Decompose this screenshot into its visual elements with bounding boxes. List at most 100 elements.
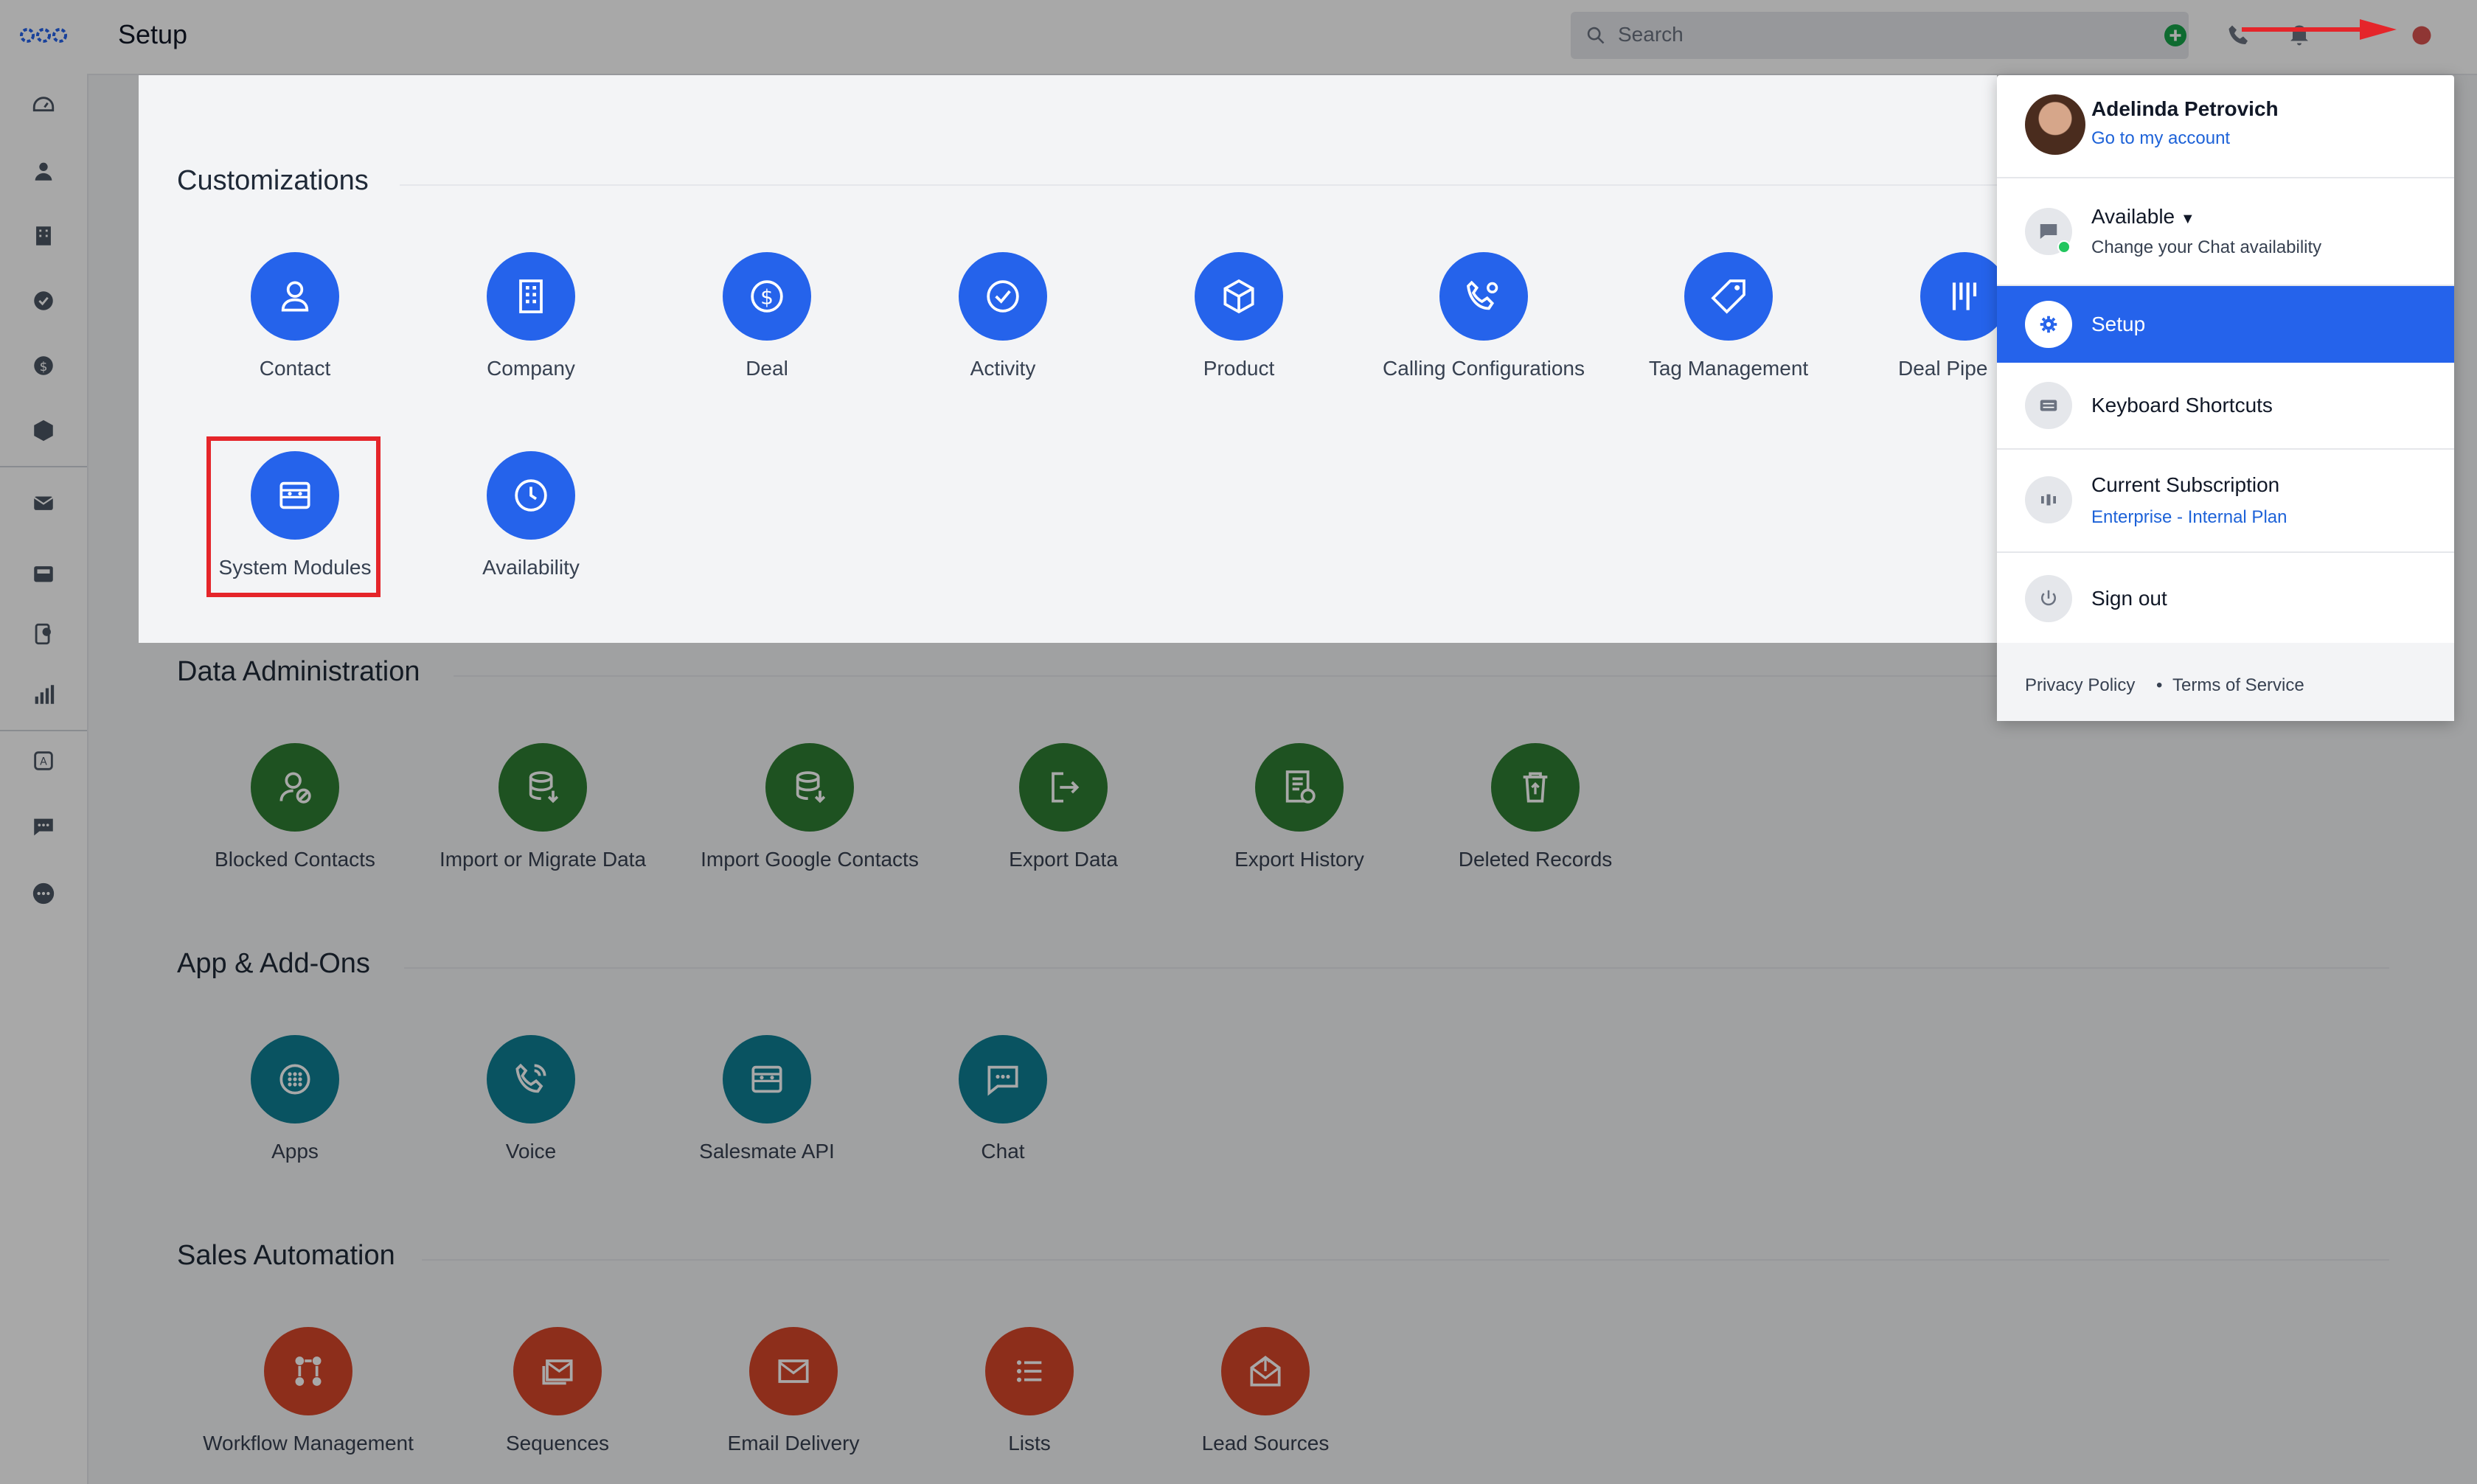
setup-label: Setup <box>2091 313 2146 335</box>
notification-dot-icon[interactable] <box>2407 21 2436 50</box>
calls-icon[interactable] <box>27 618 60 650</box>
tile-company[interactable]: Company <box>420 252 642 380</box>
export-icon <box>1019 743 1108 832</box>
menu-profile-row[interactable]: Adelinda Petrovich Go to my account <box>1997 75 2454 178</box>
deals-icon[interactable]: $ <box>27 349 60 382</box>
search-placeholder: Search <box>1618 23 1684 46</box>
tile-label: Tag Management <box>1648 357 1809 380</box>
tile-label: Export History <box>1234 848 1364 871</box>
shortcuts-label: Keyboard Shortcuts <box>2091 394 2273 417</box>
menu-item-shortcuts[interactable]: Keyboard Shortcuts <box>1997 363 2454 450</box>
export-history-icon <box>1255 743 1344 832</box>
tile-deal[interactable]: $ Deal <box>656 252 878 380</box>
product-box-icon <box>1195 252 1283 341</box>
tile-lead-sources[interactable]: Lead Sources <box>1155 1327 1376 1455</box>
section-divider <box>422 1259 2389 1261</box>
svg-text:$: $ <box>40 360 48 375</box>
tile-label: Activity <box>970 357 1036 380</box>
inbox-icon[interactable] <box>27 557 60 590</box>
activities-icon[interactable] <box>27 285 60 317</box>
tile-lists[interactable]: Lists <box>919 1327 1140 1455</box>
tile-apps[interactable]: Apps <box>184 1035 406 1163</box>
dashboard-icon[interactable] <box>27 90 60 122</box>
tile-export-data[interactable]: Export Data <box>953 743 1174 871</box>
profile-menu: Adelinda Petrovich Go to my account Avai… <box>1997 75 2454 721</box>
tile-salesmate-api[interactable]: Salesmate API <box>656 1035 878 1163</box>
tile-workflow[interactable]: Workflow Management <box>198 1327 419 1455</box>
privacy-policy-link[interactable]: Privacy Policy <box>2025 675 2135 696</box>
menu-item-setup[interactable]: Setup <box>1997 286 2454 363</box>
availability-status[interactable]: Available ▼ <box>2091 205 2195 229</box>
tile-calling-configurations[interactable]: Calling Configurations <box>1373 252 1594 380</box>
products-icon[interactable] <box>27 414 60 447</box>
section-title-automation: Sales Automation <box>177 1240 395 1271</box>
tile-label: Chat <box>981 1140 1025 1163</box>
svg-text:$: $ <box>760 285 774 310</box>
tile-label: Import or Migrate Data <box>439 848 647 871</box>
app-logo[interactable] <box>19 21 68 50</box>
subscription-icon <box>2025 476 2072 523</box>
menu-item-subscription[interactable]: Current Subscription Enterprise - Intern… <box>1997 450 2454 553</box>
tile-deleted-records[interactable]: Deleted Records <box>1425 743 1646 871</box>
tile-label: Email Delivery <box>727 1432 860 1455</box>
tile-import-google[interactable]: Import Google Contacts <box>699 743 920 871</box>
tile-availability[interactable]: Availability <box>420 451 642 579</box>
workflow-icon <box>264 1327 352 1415</box>
tile-label: Deleted Records <box>1458 848 1613 871</box>
gear-icon <box>2025 301 2072 348</box>
calling-config-icon <box>1439 252 1528 341</box>
more-icon[interactable] <box>27 877 60 910</box>
tile-label: Deal <box>746 357 788 380</box>
add-icon[interactable] <box>2161 21 2190 50</box>
automation-icon[interactable]: A <box>27 745 60 777</box>
terms-link[interactable]: Terms of Service <box>2172 675 2304 696</box>
section-divider <box>400 184 1997 186</box>
menu-availability-row[interactable]: Available ▼ Change your Chat availabilit… <box>1997 178 2454 286</box>
tile-label: Lead Sources <box>1201 1432 1330 1455</box>
menu-footer: Privacy Policy • Terms of Service <box>1997 643 2454 721</box>
sequences-icon <box>513 1327 602 1415</box>
companies-icon[interactable] <box>27 220 60 252</box>
chat-icon[interactable] <box>27 811 60 843</box>
status-dot-icon <box>2057 240 2071 254</box>
contacts-icon[interactable] <box>27 155 60 187</box>
tile-blocked-contacts[interactable]: Blocked Contacts <box>184 743 406 871</box>
list-icon <box>985 1327 1074 1415</box>
tile-import-migrate[interactable]: Import or Migrate Data <box>432 743 653 871</box>
import-database-icon <box>498 743 587 832</box>
email-icon[interactable] <box>27 487 60 519</box>
search-icon <box>1587 27 1605 44</box>
section-divider <box>404 967 2389 969</box>
recycle-bin-icon <box>1491 743 1580 832</box>
contact-icon <box>251 252 339 341</box>
annotation-highlight-box <box>206 436 381 597</box>
user-name: Adelinda Petrovich <box>2091 97 2279 120</box>
tile-sequences[interactable]: Sequences <box>447 1327 668 1455</box>
section-title-apps: App & Add-Ons <box>177 948 370 979</box>
page-title: Setup <box>118 19 188 49</box>
tile-product[interactable]: Product <box>1128 252 1349 380</box>
tile-label: Import Google Contacts <box>701 848 919 871</box>
tile-deal-pipeline[interactable]: Deal Pipe <box>1854 252 1997 380</box>
menu-item-signout[interactable]: Sign out <box>1997 553 2454 643</box>
tile-contact[interactable]: Contact <box>184 252 406 380</box>
tile-label: Sequences <box>505 1432 610 1455</box>
account-link[interactable]: Go to my account <box>2091 128 2230 149</box>
power-icon <box>2025 575 2072 622</box>
tile-chat[interactable]: Chat <box>892 1035 1114 1163</box>
tile-voice[interactable]: Voice <box>420 1035 642 1163</box>
tile-tag-management[interactable]: Tag Management <box>1618 252 1839 380</box>
tile-export-history[interactable]: Export History <box>1189 743 1410 871</box>
tile-label: Deal Pipe <box>1898 357 1988 380</box>
sidebar-divider <box>0 466 87 467</box>
section-title-customizations: Customizations <box>177 165 369 196</box>
plan-name[interactable]: Enterprise - Internal Plan <box>2091 507 2287 528</box>
reports-icon[interactable] <box>27 678 60 711</box>
subscription-label: Current Subscription <box>2091 473 2280 496</box>
email-delivery-icon <box>749 1327 838 1415</box>
search-input[interactable]: Search <box>1571 12 2189 59</box>
svg-text:A: A <box>40 756 47 768</box>
tile-activity[interactable]: Activity <box>892 252 1114 380</box>
tile-email-delivery[interactable]: Email Delivery <box>683 1327 904 1455</box>
availability-description: Change your Chat availability <box>2091 237 2322 257</box>
